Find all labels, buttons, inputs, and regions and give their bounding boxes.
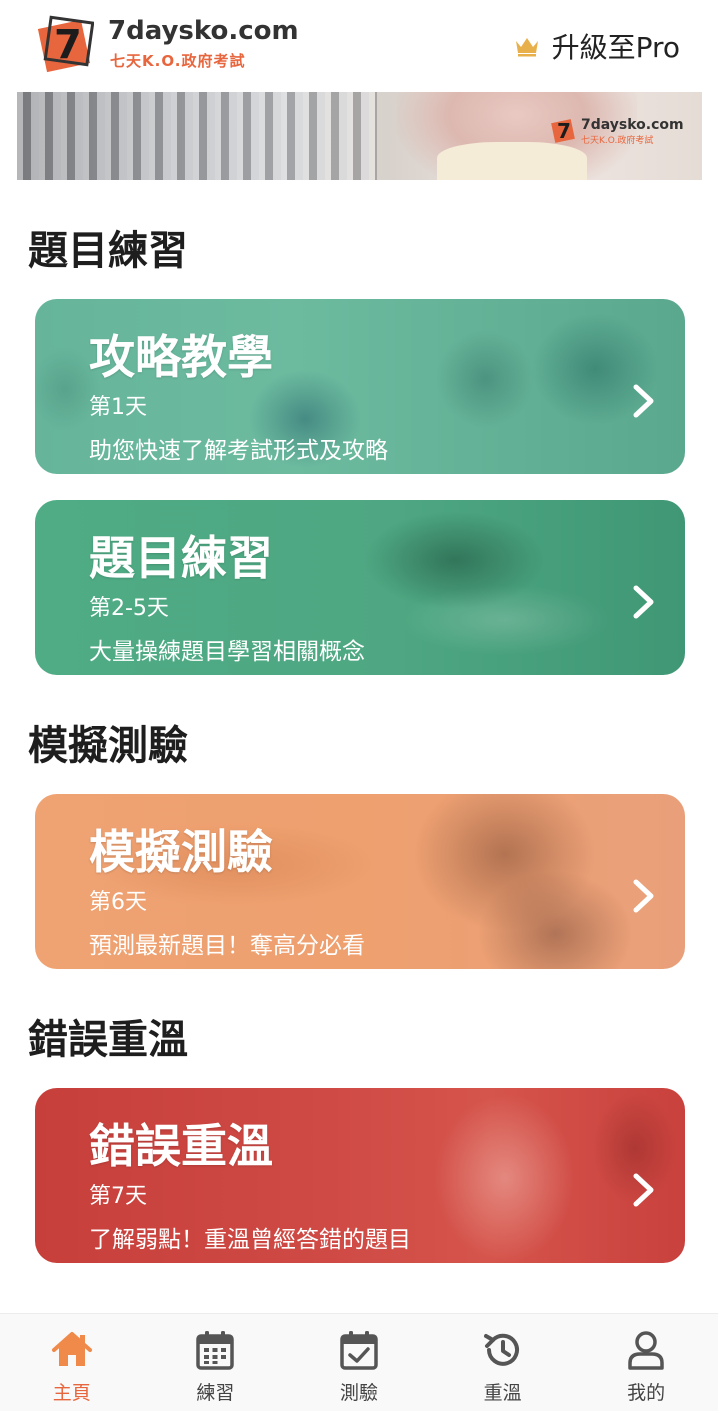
brand-name: 7daysko.com [108,16,299,46]
chevron-right-icon [633,384,654,418]
nav-item-test[interactable]: 測驗 [287,1314,431,1411]
svg-text:7: 7 [557,119,571,143]
banner-logo-sub: 七天K.O.政府考試 [581,135,654,146]
app-header: 7 7daysko.com 七天K.O.政府考試 升級至Pro [0,0,718,92]
crown-icon [515,38,538,57]
logo-icon[interactable]: 7 [38,14,94,76]
card-day: 第1天 [89,395,147,420]
section-title-review: 錯誤重溫 [28,1017,188,1063]
chevron-right-icon [633,585,654,619]
card-description: 大量操練題目學習相關概念 [89,639,365,665]
upgrade-pro-button[interactable]: 升級至Pro [514,28,680,64]
calendar-check-icon [340,1331,378,1370]
section-title-mock-test: 模擬測驗 [28,723,188,769]
card-title: 攻略教學 [89,330,273,384]
chevron-right-icon [633,879,654,913]
nav-label: 我的 [627,1382,666,1404]
nav-item-profile[interactable]: 我的 [574,1314,718,1411]
upgrade-label: 升級至Pro [551,31,680,64]
card-question-practice[interactable]: 題目練習 第2-5天 大量操練題目學習相關概念 [35,500,685,675]
nav-item-practice[interactable]: 練習 [144,1314,288,1411]
card-mistake-review[interactable]: 錯誤重溫 第7天 了解弱點！重溫曾經答錯的題目 [35,1088,685,1263]
card-strategy-tutorial[interactable]: 攻略教學 第1天 助您快速了解考試形式及攻略 [35,299,685,474]
nav-label: 測驗 [339,1382,378,1404]
card-description: 了解弱點！重溫曾經答錯的題目 [89,1227,411,1253]
card-day: 第7天 [89,1184,147,1209]
bottom-navigation: 主頁 練習 測驗 重溫 我的 [0,1313,718,1411]
card-description: 助您快速了解考試形式及攻略 [89,438,388,464]
section-title-practice: 題目練習 [28,228,188,274]
banner-bookshelf-image [17,92,377,180]
banner-logo-icon: 7 [551,119,575,143]
banner-logo: 7 7daysko.com 七天K.O.政府考試 [551,116,684,146]
logo-mark-text: 7 [54,22,82,68]
promo-banner[interactable]: 7 7daysko.com 七天K.O.政府考試 [17,92,702,180]
banner-logo-name: 7daysko.com [581,116,684,133]
user-icon [628,1331,664,1370]
history-icon [483,1333,519,1366]
banner-book-image [437,142,587,180]
card-mock-test[interactable]: 模擬測驗 第6天 預測最新題目！奪高分必看 [35,794,685,969]
nav-item-home[interactable]: 主頁 [0,1314,144,1411]
calendar-icon [196,1331,235,1370]
nav-item-review[interactable]: 重溫 [431,1314,575,1411]
card-description: 預測最新題目！奪高分必看 [89,933,365,959]
nav-label: 練習 [196,1382,235,1404]
brand-subtitle: 七天K.O.政府考試 [110,52,246,70]
card-title: 模擬測驗 [89,825,273,879]
nav-label: 重溫 [483,1382,522,1404]
nav-label: 主頁 [52,1382,91,1404]
home-icon [51,1332,92,1366]
chevron-right-icon [633,1173,654,1207]
card-title: 錯誤重溫 [89,1119,273,1173]
card-title: 題目練習 [89,531,273,585]
card-day: 第6天 [89,890,147,915]
card-day: 第2-5天 [89,596,169,621]
